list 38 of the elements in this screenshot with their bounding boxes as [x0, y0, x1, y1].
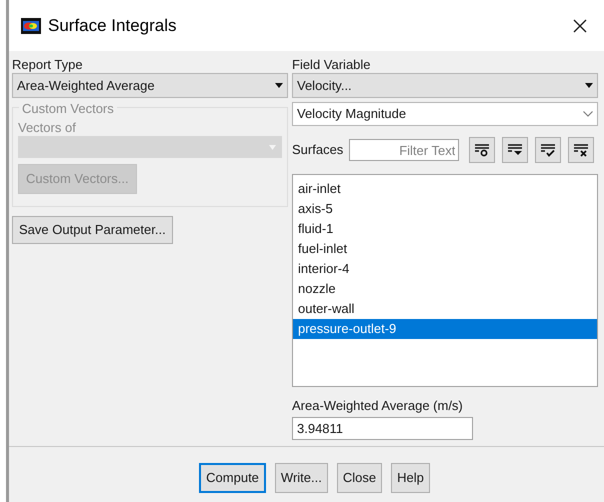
dialog-button[interactable]: Help [391, 463, 430, 493]
surfaces-label: Surfaces [292, 141, 344, 160]
app-icon [21, 18, 41, 34]
chevron-down-icon [583, 111, 593, 117]
vectors-of-label: Vectors of [18, 119, 77, 136]
surface-item[interactable]: nozzle [293, 279, 597, 299]
sort-surfaces-button[interactable] [502, 137, 528, 163]
select-surfaces-button[interactable] [468, 137, 495, 163]
select-all-button[interactable] [535, 137, 562, 163]
dropdown-arrow-icon [585, 83, 593, 88]
dropdown-arrow-icon [269, 144, 276, 150]
list-cross-icon [573, 143, 590, 157]
list-check-icon [540, 143, 556, 157]
field-variable-dropdown[interactable]: Velocity... [292, 73, 598, 98]
window-title: Surface Integrals [48, 14, 177, 37]
surface-item[interactable]: outer-wall [293, 299, 597, 319]
field-quantity-dropdown[interactable]: Velocity Magnitude [292, 102, 598, 126]
deselect-all-button[interactable] [568, 137, 594, 163]
save-output-parameter-button[interactable]: Save Output Parameter... [12, 216, 173, 244]
surface-item[interactable]: axis-5 [293, 199, 597, 219]
close-icon[interactable] [572, 18, 588, 34]
report-type-label: Report Type [12, 56, 84, 73]
dialog-button[interactable]: Write... [274, 463, 328, 493]
dialog-button[interactable]: Compute [199, 463, 266, 493]
list-arrow-icon [507, 143, 524, 157]
list-circle-icon [474, 143, 490, 157]
surface-item[interactable]: fluid-1 [293, 219, 597, 239]
surface-item[interactable]: pressure-outlet-9 [293, 319, 597, 339]
surface-item[interactable]: fuel-inlet [293, 239, 597, 259]
report-type-dropdown[interactable]: Area-Weighted Average [12, 73, 288, 98]
surface-item[interactable]: interior-4 [293, 259, 597, 279]
surface-item[interactable]: air-inlet [293, 179, 597, 199]
dropdown-arrow-icon [275, 83, 283, 88]
result-field[interactable]: 3.94811 [292, 417, 473, 440]
dialog-button[interactable]: Close [336, 463, 382, 493]
field-variable-label: Field Variable [292, 56, 372, 73]
filter-field[interactable]: Filter Text [349, 139, 460, 161]
result-label: Area-Weighted Average (m/s) [292, 397, 464, 414]
